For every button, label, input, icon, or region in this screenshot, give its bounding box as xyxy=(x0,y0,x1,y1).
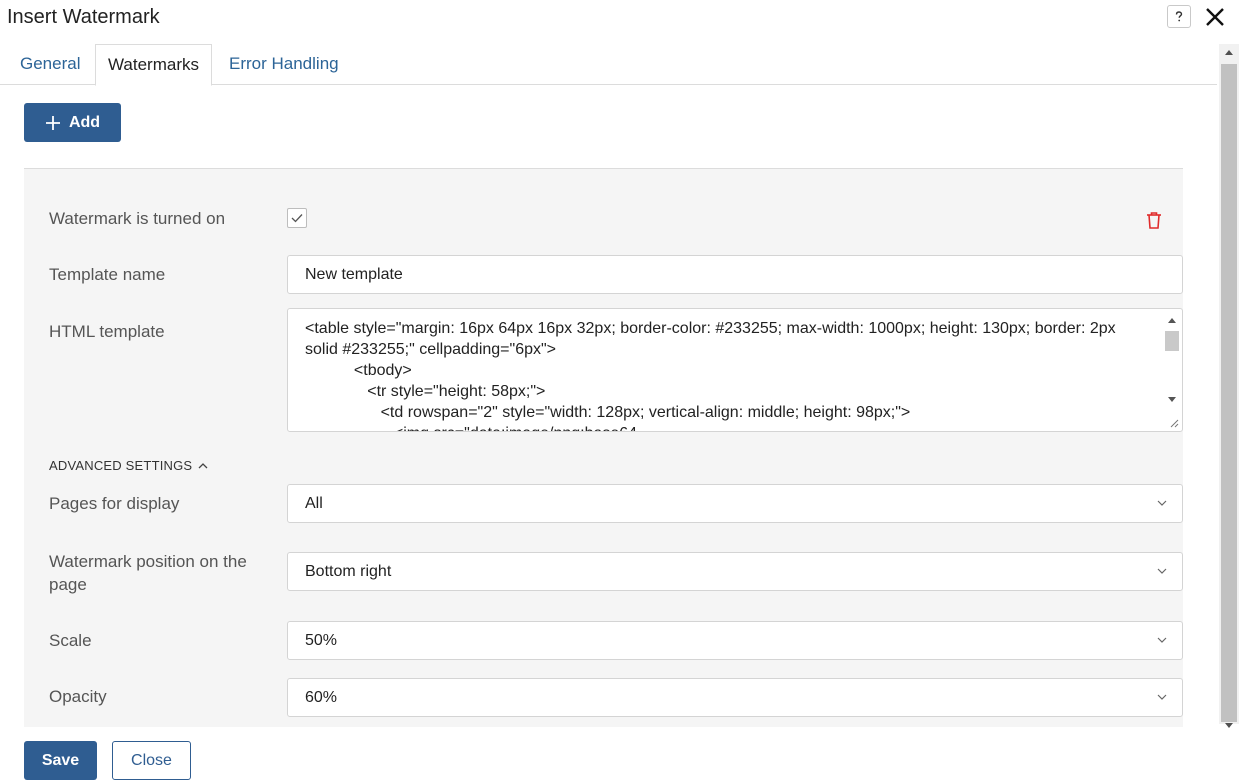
dialog-title: Insert Watermark xyxy=(7,6,160,28)
scroll-thumb[interactable] xyxy=(1221,64,1237,722)
opacity-select[interactable]: 60% xyxy=(287,678,1183,717)
resize-grip-icon[interactable] xyxy=(1169,418,1179,428)
scale-label: Scale xyxy=(49,631,92,650)
scroll-down-arrow-icon[interactable] xyxy=(1225,723,1233,728)
checkmark-icon xyxy=(291,214,303,223)
watermark-enabled-checkbox[interactable] xyxy=(287,208,307,228)
tab-bar: General Watermarks Error Handling xyxy=(0,44,1217,86)
tab-watermarks[interactable]: Watermarks xyxy=(95,44,212,86)
chevron-down-icon xyxy=(1157,568,1167,574)
pages-for-display-select[interactable]: All xyxy=(287,484,1183,523)
opacity-value: 60% xyxy=(305,689,338,706)
pages-for-display-value: All xyxy=(305,495,323,512)
chevron-down-icon xyxy=(1157,637,1167,643)
scroll-up-arrow-icon[interactable] xyxy=(1225,50,1233,55)
scroll-up-arrow-icon[interactable] xyxy=(1168,318,1176,323)
html-template-label: HTML template xyxy=(49,322,165,341)
template-name-label: Template name xyxy=(49,265,166,284)
html-template-scrollbar[interactable] xyxy=(1162,309,1182,431)
help-button[interactable] xyxy=(1167,5,1191,28)
watermark-position-value: Bottom right xyxy=(305,563,392,580)
save-button[interactable]: Save xyxy=(24,741,97,780)
plus-icon xyxy=(45,115,60,130)
chevron-up-icon xyxy=(198,463,208,469)
close-button[interactable]: Close xyxy=(112,741,191,780)
trash-icon xyxy=(1147,212,1161,229)
watermark-enabled-label: Watermark is turned on xyxy=(49,209,226,228)
close-icon xyxy=(1206,8,1224,26)
close-dialog-button[interactable] xyxy=(1202,4,1228,30)
tab-error-handling[interactable]: Error Handling xyxy=(217,44,351,85)
add-button[interactable]: Add xyxy=(24,103,121,142)
advanced-settings-label: ADVANCED SETTINGS xyxy=(49,458,193,473)
advanced-settings-toggle[interactable]: ADVANCED SETTINGS xyxy=(49,458,208,473)
html-template-content: <table style="margin: 16px 64px 16px 32p… xyxy=(305,320,1116,431)
opacity-label: Opacity xyxy=(49,687,107,706)
chevron-down-icon xyxy=(1157,694,1167,700)
question-mark-icon xyxy=(1175,10,1183,21)
scroll-thumb[interactable] xyxy=(1165,331,1179,351)
chevron-down-icon xyxy=(1157,500,1167,506)
tab-general[interactable]: General xyxy=(8,44,92,85)
watermark-position-label: Watermark position on the page xyxy=(49,552,247,594)
dialog-scrollbar[interactable] xyxy=(1219,44,1239,728)
html-template-textarea[interactable]: <table style="margin: 16px 64px 16px 32p… xyxy=(287,308,1183,432)
scroll-down-arrow-icon[interactable] xyxy=(1168,397,1176,402)
watermark-position-select[interactable]: Bottom right xyxy=(287,552,1183,591)
pages-for-display-label: Pages for display xyxy=(49,494,180,513)
delete-watermark-button[interactable] xyxy=(1145,211,1163,230)
add-button-label: Add xyxy=(68,113,101,131)
scale-select[interactable]: 50% xyxy=(287,621,1183,660)
scale-value: 50% xyxy=(305,632,338,649)
template-name-input[interactable]: New template xyxy=(287,255,1183,294)
